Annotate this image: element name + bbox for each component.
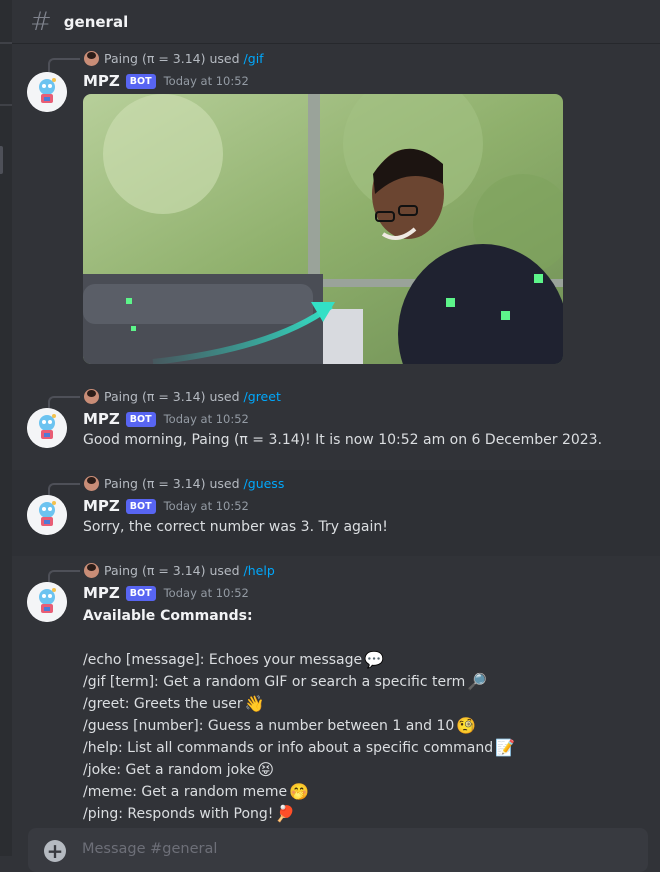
bot-avatar[interactable] (27, 408, 67, 448)
reply-username: Paing (π = 3.14) (104, 388, 206, 404)
timestamp[interactable]: Today at 10:52 (164, 74, 249, 88)
message: Paing (π = 3.14) used /gif MPZ BOT Today… (12, 44, 660, 374)
bot-avatar[interactable] (27, 495, 67, 535)
message: Paing (π = 3.14) used /greet MPZ BOT Tod… (12, 384, 660, 470)
command-text: /greet: Greets the user (83, 696, 243, 712)
monocle-face-icon: 🧐 (456, 716, 477, 735)
channel-header: # general (12, 0, 660, 44)
command-text: /guess [number]: Guess a number between … (83, 718, 455, 734)
bot-username[interactable]: MPZ (83, 497, 120, 515)
command-link[interactable]: /gif (244, 51, 264, 66)
command-line: /meme: Get a random meme 🤭 (83, 781, 515, 803)
message-composer: + (28, 828, 648, 872)
gif-attachment[interactable] (83, 94, 563, 364)
memo-icon: 📝 (495, 738, 515, 757)
command-line: /gif [term]: Get a random GIF or search … (83, 671, 515, 693)
bot-badge: BOT (125, 73, 156, 89)
divider (0, 104, 12, 106)
bot-username[interactable]: MPZ (83, 584, 120, 602)
bot-avatar[interactable] (27, 72, 67, 112)
command-line: /help: List all commands or info about a… (83, 737, 515, 759)
reply-reference[interactable]: Paing (π = 3.14) used /guess (48, 474, 285, 497)
command-line: /echo [message]: Echoes your message 💬 (83, 649, 515, 671)
message-text: Sorry, the correct number was 3. Try aga… (83, 519, 388, 535)
help-message-body: Available Commands: /echo [message]: Ech… (83, 605, 515, 825)
command-text: /ping: Responds with Pong! (83, 806, 274, 822)
reply-used-label: used (209, 562, 240, 578)
hand-over-mouth-icon: 🤭 (289, 782, 309, 801)
reply-reference[interactable]: Paing (π = 3.14) used /gif (48, 49, 264, 72)
bot-badge: BOT (125, 585, 156, 601)
message-text: Good morning, Paing (π = 3.14)! It is no… (83, 432, 603, 448)
robot-icon (27, 408, 67, 448)
user-avatar-small (84, 50, 99, 66)
reply-used-label: used (209, 475, 240, 491)
command-line: /greet: Greets the user 👋 (83, 693, 515, 715)
command-link[interactable]: /greet (244, 389, 281, 404)
robot-icon (27, 495, 67, 535)
robot-icon (27, 582, 67, 622)
command-link[interactable]: /help (244, 563, 275, 578)
tongue-face-icon: 😝 (257, 760, 275, 779)
bot-username[interactable]: MPZ (83, 72, 120, 90)
bot-username[interactable]: MPZ (83, 410, 120, 428)
bot-badge: BOT (125, 411, 156, 427)
reply-used-label: used (209, 50, 240, 66)
command-text: /meme: Get a random meme (83, 784, 288, 800)
plus-icon[interactable]: + (44, 840, 66, 862)
reply-connector (48, 58, 80, 72)
message: Paing (π = 3.14) used /help MPZ BOT Toda… (12, 558, 660, 828)
command-text: /joke: Get a random joke (83, 762, 256, 778)
message-input[interactable] (80, 840, 564, 858)
speech-balloon-icon: 💬 (364, 650, 385, 669)
magnifier-icon: 🔎 (467, 672, 488, 691)
command-text: /gif [term]: Get a random GIF or search … (83, 674, 466, 690)
command-link[interactable]: /guess (244, 476, 285, 491)
ping-pong-icon: 🏓 (275, 804, 296, 823)
timestamp[interactable]: Today at 10:52 (164, 412, 249, 426)
robot-icon (27, 72, 67, 112)
user-avatar-small (84, 388, 99, 404)
command-text: /echo [message]: Echoes your message (83, 652, 363, 668)
timestamp[interactable]: Today at 10:52 (164, 586, 249, 600)
reply-reference[interactable]: Paing (π = 3.14) used /greet (48, 387, 281, 410)
command-line: /ping: Responds with Pong! 🏓 (83, 803, 515, 825)
gif-image (83, 94, 563, 364)
channel-name: general (63, 12, 129, 31)
scroll-indicator (0, 146, 3, 174)
server-sidebar-edge (0, 0, 12, 856)
reply-reference[interactable]: Paing (π = 3.14) used /help (48, 561, 275, 584)
reply-username: Paing (π = 3.14) (104, 475, 206, 491)
bot-avatar[interactable] (27, 582, 67, 622)
reply-username: Paing (π = 3.14) (104, 562, 206, 578)
command-line: /joke: Get a random joke 😝 (83, 759, 515, 781)
timestamp[interactable]: Today at 10:52 (164, 499, 249, 513)
message: Paing (π = 3.14) used /guess MPZ BOT Tod… (12, 470, 660, 556)
help-heading: Available Commands: (83, 608, 253, 624)
hashtag-icon: # (30, 6, 52, 37)
command-text: /help: List all commands or info about a… (83, 740, 494, 756)
bot-badge: BOT (125, 498, 156, 514)
user-avatar-small (84, 562, 99, 578)
waving-hand-icon: 👋 (244, 694, 265, 713)
reply-username: Paing (π = 3.14) (104, 50, 206, 66)
divider (0, 42, 12, 44)
command-line: /guess [number]: Guess a number between … (83, 715, 515, 737)
reply-used-label: used (209, 388, 240, 404)
user-avatar-small (84, 475, 99, 491)
